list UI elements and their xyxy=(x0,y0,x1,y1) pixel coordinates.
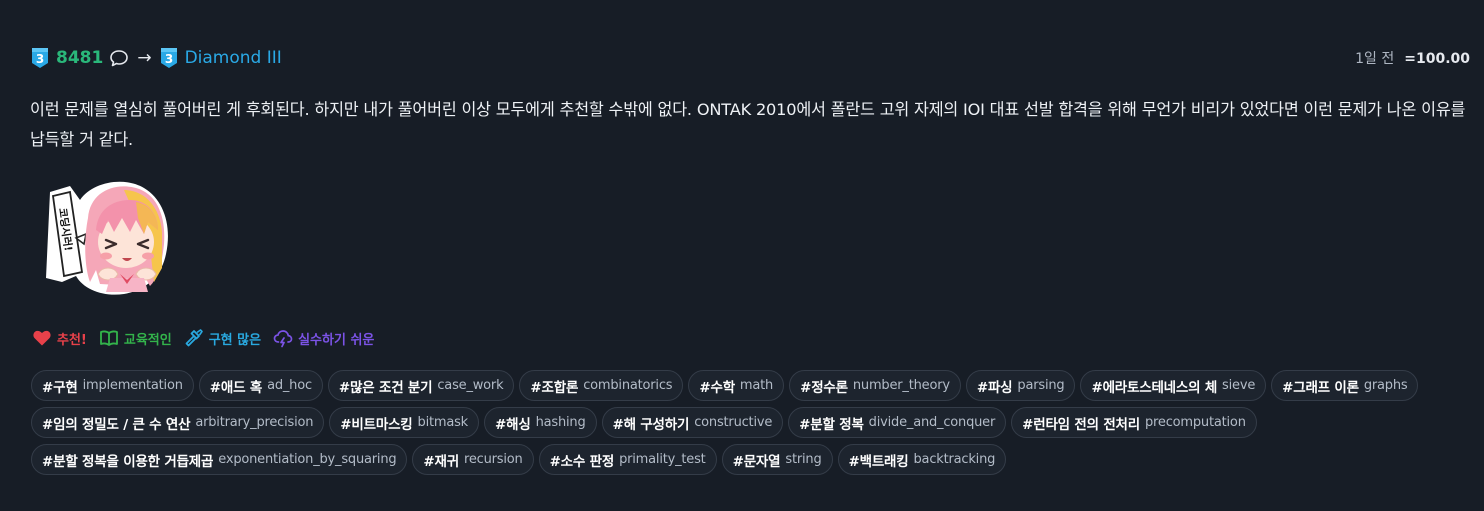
tag-ko: #애드 혹 xyxy=(209,379,263,396)
cloud-lightning-icon xyxy=(273,330,293,348)
tag-chip[interactable]: #애드 혹 ad_hoc xyxy=(198,370,323,401)
tag-en: number_theory xyxy=(852,378,950,393)
tag-ko: #문자열 xyxy=(732,453,781,470)
tag-chip[interactable]: #문자열 string xyxy=(721,444,833,475)
opinion-label: 구현 많은 xyxy=(208,332,262,348)
tag-chip[interactable]: #정수론 number_theory xyxy=(789,370,961,401)
tag-en: graphs xyxy=(1363,378,1408,393)
new-tier-name[interactable]: Diamond III xyxy=(185,48,282,68)
tag-chip[interactable]: #구현 implementation xyxy=(31,370,194,401)
tag-en: exponentiation_by_squaring xyxy=(218,452,397,467)
tag-ko: #백트래킹 xyxy=(848,453,909,470)
tag-en: math xyxy=(739,378,774,393)
diamond-tier-icon: 3 xyxy=(32,48,48,68)
tag-chip[interactable]: #재귀 recursion xyxy=(412,444,534,475)
review-header: 3 8481 → 3 Diamond III 1일 전 =100.00 xyxy=(30,45,1470,71)
heart-icon xyxy=(33,330,51,346)
hammer-icon xyxy=(185,329,203,347)
tag-chip[interactable]: #많은 조건 분기 case_work xyxy=(327,370,515,401)
tag-chip[interactable]: #소수 판정 primality_test xyxy=(538,444,717,475)
tag-en: string xyxy=(785,452,822,467)
tag-en: case_work xyxy=(437,378,504,393)
tag-chip[interactable]: #런타임 전의 전처리 precomputation xyxy=(1011,407,1257,438)
book-icon xyxy=(99,330,118,346)
tag-en: divide_and_conquer xyxy=(868,415,996,430)
tag-ko: #소수 판정 xyxy=(549,453,615,470)
tag-ko: #많은 조건 분기 xyxy=(338,379,433,396)
tag-ko: #파싱 xyxy=(976,379,1013,396)
tag-en: bitmask xyxy=(417,415,469,430)
tag-en: primality_test xyxy=(619,452,706,467)
tag-en: combinatorics xyxy=(583,378,673,393)
tag-chip[interactable]: #조합론 combinatorics xyxy=(519,370,684,401)
tag-ko: #분할 정복을 이용한 거듭제곱 xyxy=(42,453,214,470)
review-score: =100.00 xyxy=(1404,51,1470,67)
opinion-label: 교육적인 xyxy=(123,332,172,348)
tag-chip[interactable]: #비트마스킹 bitmask xyxy=(329,407,480,438)
tag-chip[interactable]: #백트래킹 backtracking xyxy=(837,444,1007,475)
algorithm-tags: #구현 implementation #애드 혹 ad_hoc #많은 조건 분기 c… xyxy=(31,370,1471,475)
tag-ko: #비트마스킹 xyxy=(340,416,413,433)
tag-ko: #수학 xyxy=(699,379,735,396)
rating-change: 3 8481 → 3 Diamond III xyxy=(30,47,282,69)
opinion-implementation-heavy[interactable]: 구현 많은 xyxy=(184,328,261,348)
anime-girl-sticker: 코딩시러! xyxy=(46,181,168,295)
new-tier-number: 3 xyxy=(164,52,172,66)
tag-chip[interactable]: #해싱 hashing xyxy=(484,407,597,438)
tag-ko: #재귀 xyxy=(423,453,459,470)
tag-chip[interactable]: #임의 정밀도 / 큰 수 연산 arbitrary_precision xyxy=(31,407,325,438)
tag-en: constructive xyxy=(694,415,773,430)
tag-ko: #분할 정복 xyxy=(799,416,864,433)
review-card: 3 8481 → 3 Diamond III 1일 전 =100.00 이런 문… xyxy=(0,0,1484,511)
opinion-label: 실수하기 쉬운 xyxy=(298,332,375,348)
opinion-error-prone[interactable]: 실수하기 쉬운 xyxy=(273,328,374,348)
diamond-tier-icon: 3 xyxy=(160,48,177,68)
review-meta: 1일 전 =100.00 xyxy=(1355,48,1470,68)
tag-en: sieve xyxy=(1222,378,1256,393)
opinion-educational[interactable]: 교육적인 xyxy=(99,328,172,348)
tag-chip[interactable]: #수학 math xyxy=(688,370,785,401)
tag-ko: #해싱 xyxy=(495,416,531,433)
tag-chip[interactable]: #분할 정복을 이용한 거듭제곱 exponentiation_by_squari… xyxy=(31,444,408,475)
tag-chip[interactable]: #파싱 parsing xyxy=(965,370,1076,401)
tag-en: parsing xyxy=(1017,378,1065,393)
tag-en: ad_hoc xyxy=(267,378,312,393)
tag-chip[interactable]: #그래프 이론 graphs xyxy=(1271,370,1419,401)
tag-en: hashing xyxy=(535,415,586,430)
tag-en: precomputation xyxy=(1145,415,1246,430)
tag-ko: #조합론 xyxy=(530,379,579,396)
old-rating: 8481 xyxy=(56,48,104,68)
review-body-text: 이런 문제를 열심히 풀어버린 게 후회된다. 하지만 내가 풀어버린 이상 모… xyxy=(30,100,1466,149)
opinion-recommend[interactable]: 추천! xyxy=(32,328,87,348)
tag-ko: #구현 xyxy=(42,379,78,396)
comment-icon[interactable] xyxy=(109,48,129,68)
old-tier-number: 3 xyxy=(36,52,44,66)
tag-en: backtracking xyxy=(913,452,996,467)
tag-en: arbitrary_precision xyxy=(195,415,314,430)
review-time: 1일 전 xyxy=(1355,51,1395,67)
tag-ko: #해 구성하기 xyxy=(612,416,690,433)
tag-chip[interactable]: #분할 정복 divide_and_conquer xyxy=(788,407,1007,438)
tag-ko: #정수론 xyxy=(800,379,848,396)
tag-ko: #런타임 전의 전처리 xyxy=(1022,416,1140,433)
tag-en: implementation xyxy=(82,378,183,393)
tag-en: recursion xyxy=(463,452,523,467)
tag-ko: #그래프 이론 xyxy=(1282,379,1359,396)
opinion-label: 추천! xyxy=(57,332,87,348)
tag-chip[interactable]: #에라토스테네스의 체 sieve xyxy=(1080,370,1267,401)
arrow-right-icon: → xyxy=(137,48,152,68)
opinion-tags: 추천! 교육적인 구현 많은 실수하기 쉬운 xyxy=(32,328,374,348)
tag-ko: #임의 정밀도 / 큰 수 연산 xyxy=(42,416,191,433)
tag-chip[interactable]: #해 구성하기 constructive xyxy=(601,407,784,438)
tag-ko: #에라토스테네스의 체 xyxy=(1091,379,1218,396)
